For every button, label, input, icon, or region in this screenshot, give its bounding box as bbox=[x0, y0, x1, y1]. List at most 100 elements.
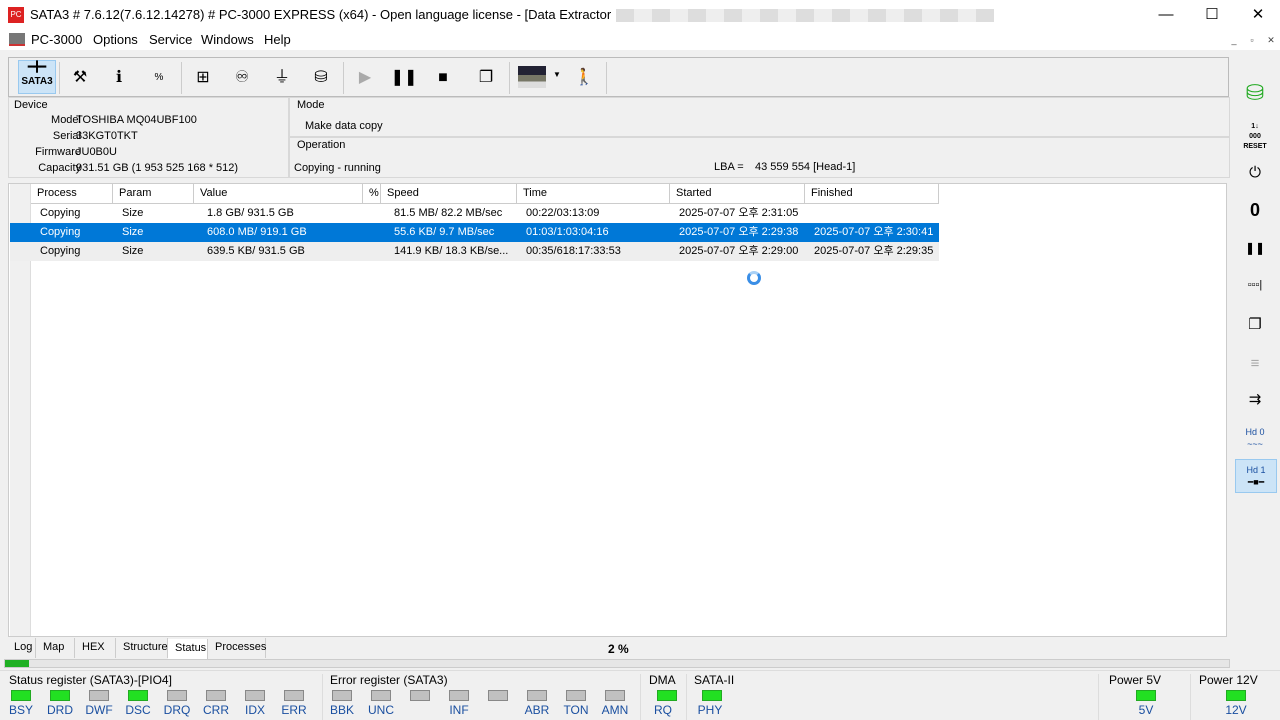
cell-finished: 2025-07-07 오후 2:30:41 bbox=[814, 226, 934, 238]
led-label: IDX bbox=[244, 703, 265, 717]
head-0-button[interactable]: Hd 0 ~~~ bbox=[1238, 422, 1272, 456]
mode-title: Mode bbox=[297, 99, 325, 111]
tab-hex[interactable]: HEX bbox=[75, 638, 116, 658]
dropdown-arrow-icon[interactable]: ▼ bbox=[553, 70, 561, 79]
tab-processes[interactable]: Processes bbox=[208, 638, 266, 658]
table-row[interactable]: Copying Size 639.5 KB/ 931.5 GB 141.9 KB/ 1… bbox=[10, 242, 939, 261]
pause-icon[interactable]: ❚❚ bbox=[388, 62, 420, 94]
led-label: BBK bbox=[329, 703, 354, 717]
table-row[interactable]: Copying Size 1.8 GB/ 931.5 GB 81.5 MB/ 82.2… bbox=[10, 204, 939, 223]
mode-panel: Mode Make data copy bbox=[289, 97, 1230, 137]
led-drq bbox=[167, 690, 187, 701]
operation-status: Copying - running bbox=[294, 162, 381, 174]
cell-percent bbox=[363, 242, 381, 261]
sata-title: SATA-II bbox=[694, 673, 735, 687]
power-switch-icon[interactable]: ⏻ bbox=[1238, 156, 1272, 190]
stop-icon[interactable]: ■ bbox=[427, 62, 459, 94]
group-divider bbox=[640, 674, 641, 720]
minimize-button[interactable]: — bbox=[1143, 0, 1189, 30]
exit-icon[interactable]: 🚶 bbox=[568, 62, 600, 94]
play-icon[interactable]: ▶ bbox=[349, 62, 381, 94]
model-value: TOSHIBA MQ04UBF100 bbox=[76, 114, 197, 126]
mdi-restore-button[interactable]: ▫ bbox=[1244, 33, 1260, 47]
heads-map-icon[interactable]: ⇉ bbox=[1238, 383, 1272, 417]
led-err bbox=[284, 690, 304, 701]
led-amn bbox=[605, 690, 625, 701]
column-header-speed[interactable]: Speed bbox=[381, 184, 517, 204]
close-button[interactable]: ✕ bbox=[1235, 0, 1280, 30]
cell-time: 01:03/1:03:04:16 bbox=[526, 226, 609, 238]
column-header-value[interactable]: Value bbox=[194, 184, 363, 204]
led-rq bbox=[657, 690, 677, 701]
image-view-icon[interactable] bbox=[518, 66, 546, 88]
binoculars-icon[interactable]: ♾ bbox=[226, 62, 258, 94]
mdi-close-button[interactable]: ✕ bbox=[1263, 33, 1279, 47]
tab-structure[interactable]: Structure bbox=[116, 638, 168, 658]
cell-process: Copying bbox=[40, 226, 81, 238]
table-row[interactable]: Copying Size 608.0 MB/ 919.1 GB 55.6 KB/ 9.… bbox=[10, 223, 939, 242]
column-header-time[interactable]: Time bbox=[517, 184, 670, 204]
led-label: CRR bbox=[203, 703, 229, 717]
sata3-label: SATA3 bbox=[21, 76, 53, 87]
head-icon: ━■━ bbox=[1247, 477, 1265, 487]
column-header-param[interactable]: Param bbox=[113, 184, 194, 204]
percent-report-icon[interactable]: % bbox=[143, 62, 175, 94]
tab-map[interactable]: Map bbox=[36, 638, 75, 658]
head-icon: ~~~ bbox=[1247, 439, 1263, 449]
operation-panel: Operation Copying - running LBA = 43 559… bbox=[289, 137, 1230, 178]
mdi-minimize-button[interactable]: _ bbox=[1226, 33, 1242, 47]
cell-speed: 141.9 KB/ 18.3 KB/se... bbox=[394, 245, 509, 257]
tab-status[interactable]: Status bbox=[168, 639, 208, 660]
tools-icon[interactable]: ⚒ bbox=[64, 62, 96, 94]
head-1-button[interactable]: Hd 1 ━■━ bbox=[1235, 459, 1277, 493]
capacity-label: Capacity bbox=[38, 162, 81, 174]
column-header-finished[interactable]: Finished bbox=[805, 184, 939, 204]
pc3000-menu-icon bbox=[9, 33, 25, 46]
group-divider bbox=[1098, 674, 1099, 720]
zero-position-icon[interactable]: 0 bbox=[1238, 193, 1272, 227]
led-label: DSC bbox=[125, 703, 151, 717]
cell-started: 2025-07-07 오후 2:29:00 bbox=[679, 245, 799, 257]
menu-windows[interactable]: Windows bbox=[201, 32, 254, 47]
heads-play-icon[interactable]: ≡ bbox=[1238, 347, 1272, 381]
reset-counter-icon[interactable]: ▫▫▫| bbox=[1238, 268, 1272, 302]
led-label: DRQ bbox=[163, 703, 191, 717]
tree-icon[interactable]: ⊞ bbox=[187, 62, 219, 94]
database-filter-icon[interactable]: ⛁ bbox=[305, 62, 337, 94]
progress-label: 2 % bbox=[608, 642, 629, 656]
progress-bar bbox=[4, 659, 1230, 668]
filter-heads-icon[interactable]: ⏚ bbox=[266, 62, 298, 94]
tab-log[interactable]: Log bbox=[7, 638, 36, 658]
maximize-button[interactable]: ☐ bbox=[1189, 0, 1235, 30]
cell-speed: 81.5 MB/ 82.2 MB/sec bbox=[394, 207, 503, 219]
capacity-value: 931.51 GB (1 953 525 168 * 512) bbox=[76, 162, 239, 174]
windows-list-icon[interactable]: ❐ bbox=[470, 62, 502, 94]
reset-button[interactable]: 1↓ 000 RESET bbox=[1238, 118, 1272, 152]
title-bar: PC SATA3 # 7.6.12(7.6.12.14278) # PC-300… bbox=[0, 0, 1280, 30]
column-header-started[interactable]: Started bbox=[670, 184, 805, 204]
menu-pc3000[interactable]: PC-3000 bbox=[31, 32, 82, 47]
pause-icon[interactable]: ❚❚ bbox=[1238, 231, 1272, 265]
reset-label: RESET bbox=[1243, 143, 1267, 150]
menu-options[interactable]: Options bbox=[93, 32, 138, 47]
sata3-button[interactable]: ━╋━ SATA3 bbox=[18, 60, 56, 94]
database-copy-icon[interactable]: ⛁ bbox=[1238, 76, 1272, 110]
led-label: INF bbox=[449, 703, 469, 717]
led-crr bbox=[206, 690, 226, 701]
lba-label: LBA = bbox=[714, 161, 744, 173]
drive-info-icon[interactable]: ℹ bbox=[103, 62, 135, 94]
column-header-process[interactable]: Process bbox=[31, 184, 113, 204]
menu-service[interactable]: Service bbox=[149, 32, 192, 47]
app-logo-icon: PC bbox=[8, 7, 24, 23]
menu-help[interactable]: Help bbox=[264, 32, 291, 47]
device-title: Device bbox=[14, 99, 48, 111]
cell-started: 2025-07-07 오후 2:29:38 bbox=[679, 226, 799, 238]
led-label: DRD bbox=[47, 703, 73, 717]
column-header-percent[interactable]: % bbox=[363, 184, 381, 204]
group-divider bbox=[1190, 674, 1191, 720]
process-table: Process Param Value% Speed Time Started Finish… bbox=[8, 183, 1227, 637]
copy-stop-icon[interactable]: ❐ bbox=[1238, 308, 1272, 342]
mode-value: Make data copy bbox=[305, 120, 383, 132]
cell-time: 00:35/618:17:33:53 bbox=[526, 245, 621, 257]
toolbar: ━╋━ SATA3 ⚒ ℹ % ⊞ ♾ ⏚ ⛁ ▶ ❚❚ ■ ❐ ▼ 🚶 bbox=[8, 57, 1229, 97]
